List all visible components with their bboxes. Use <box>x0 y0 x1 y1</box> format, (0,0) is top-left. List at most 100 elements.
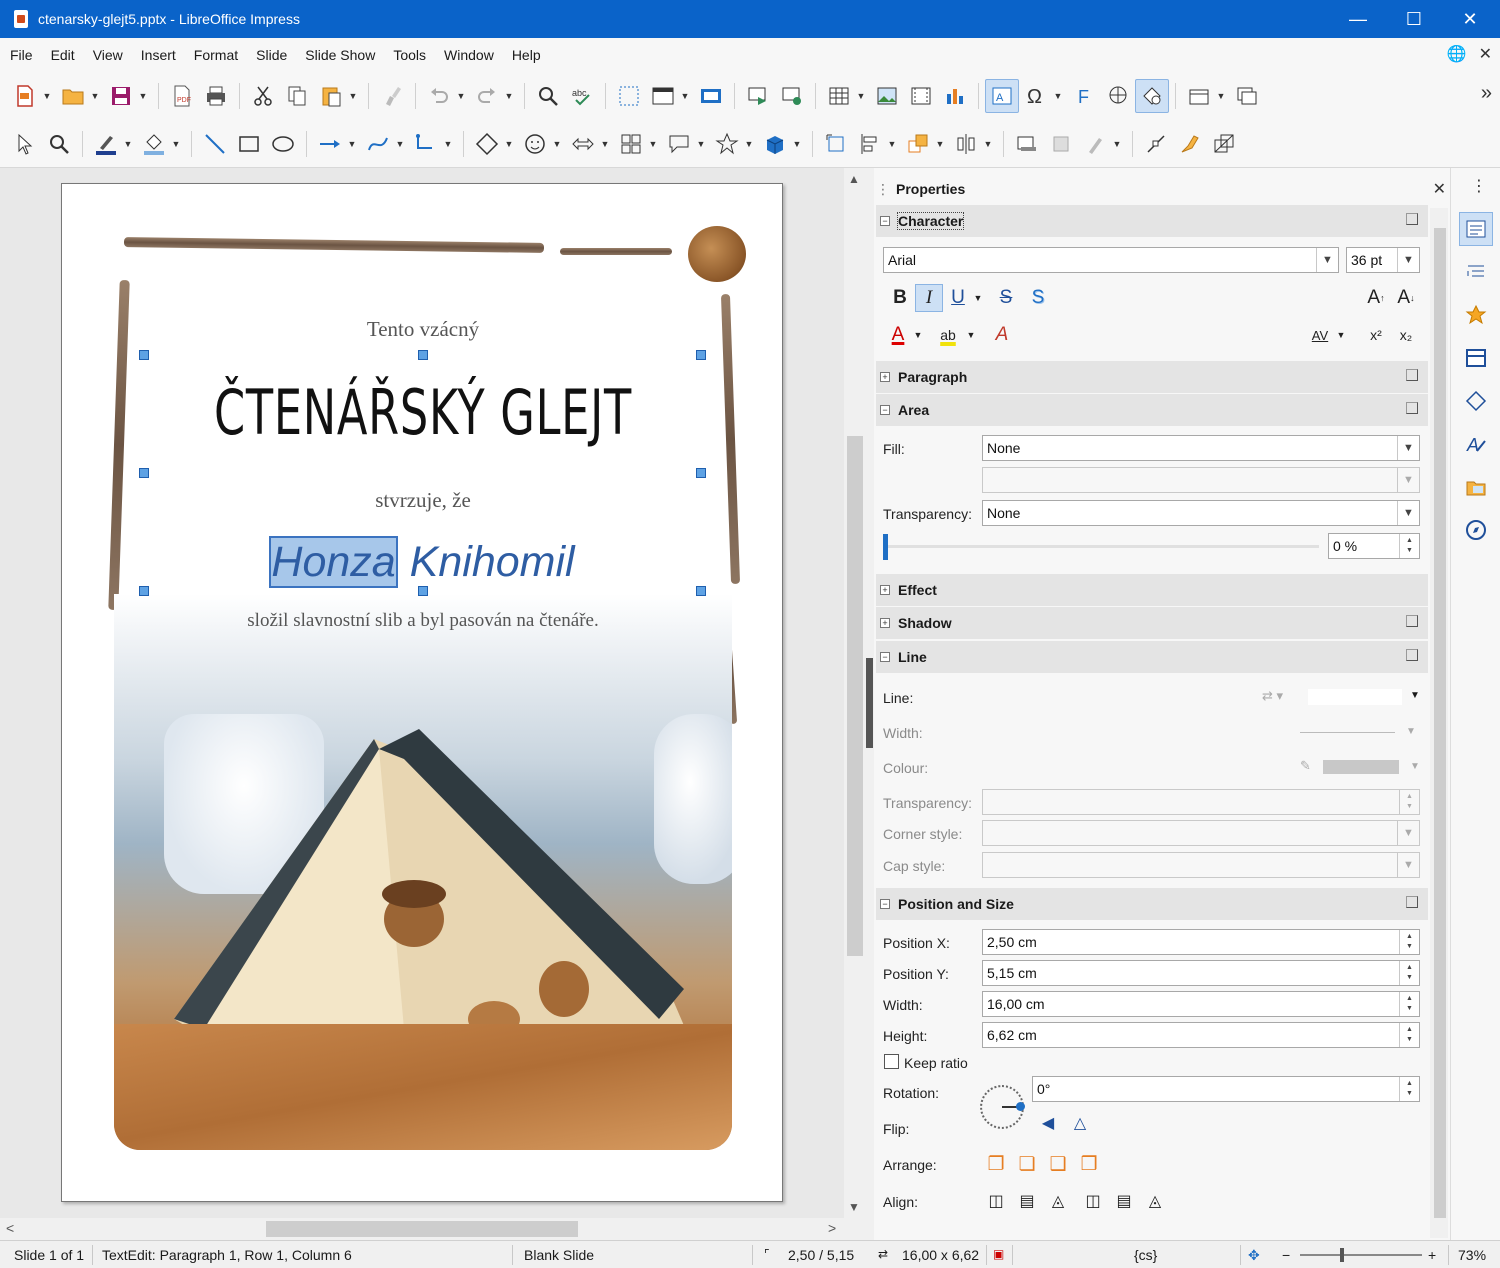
character-spacing-button[interactable]: AV <box>1306 321 1334 349</box>
tab-master-slides-icon[interactable] <box>1459 341 1493 375</box>
name-rest-text[interactable]: Knihomil <box>398 538 575 586</box>
star-shapes-icon[interactable] <box>710 127 744 161</box>
spacing-dropdown-icon[interactable]: ▼ <box>1334 321 1348 349</box>
save-dropdown-icon[interactable]: ▼ <box>138 79 148 113</box>
more-options-icon[interactable] <box>1406 896 1418 908</box>
flowchart-icon[interactable] <box>614 127 648 161</box>
curve-dropdown-icon[interactable]: ▼ <box>395 127 405 161</box>
flip-horizontal-icon[interactable]: △ <box>1066 1109 1094 1137</box>
curve-tool-icon[interactable] <box>361 127 395 161</box>
keep-ratio-label[interactable]: Keep ratio <box>904 1055 968 1071</box>
slider-knob[interactable] <box>883 534 888 560</box>
position-y-spin[interactable]: 5,15 cm ▲ ▼ <box>982 960 1420 986</box>
insert-table-icon[interactable] <box>822 79 856 113</box>
new-slide-icon[interactable] <box>1182 79 1216 113</box>
expand-icon[interactable]: + <box>880 618 890 628</box>
glue-points-icon[interactable] <box>1173 127 1207 161</box>
expand-icon[interactable]: + <box>880 372 890 382</box>
align-middle-icon[interactable]: ▤ <box>1110 1187 1138 1215</box>
globe-icon[interactable]: 🌐 <box>1447 44 1467 64</box>
grow-font-button[interactable]: A ↑ <box>1362 284 1390 312</box>
transparency-slider[interactable] <box>883 534 1319 560</box>
new-slide-dropdown-icon[interactable]: ▼ <box>1216 79 1226 113</box>
cut-icon[interactable] <box>246 79 280 113</box>
rotation-dial-knob[interactable] <box>1016 1102 1025 1111</box>
menu-edit[interactable]: Edit <box>43 47 83 63</box>
close-sidebar-icon[interactable]: ✕ <box>1433 179 1446 199</box>
callout-dropdown-icon[interactable]: ▼ <box>696 127 706 161</box>
more-options-icon[interactable] <box>1406 649 1418 661</box>
cap-style-select[interactable]: ▼ <box>982 852 1420 878</box>
line-colour-dropdown-icon[interactable]: ▼ <box>1410 761 1420 772</box>
slide-canvas[interactable]: Tento vzácný ČTENÁŘSKÝ GLEJT stvrzuje, ž… <box>61 183 783 1202</box>
fill-select[interactable]: None ▼ <box>982 435 1420 461</box>
slide-line-stvrzuje[interactable]: stvrzuje, že <box>62 488 782 513</box>
open-dropdown-icon[interactable]: ▼ <box>90 79 100 113</box>
ellipse-tool-icon[interactable] <box>266 127 300 161</box>
line-colour-pen-icon[interactable]: ✎ <box>1300 758 1311 774</box>
tab-properties-icon[interactable] <box>1459 212 1493 246</box>
rectangle-tool-icon[interactable] <box>232 127 266 161</box>
chevron-down-icon[interactable]: ▼ <box>1316 248 1338 272</box>
new-dropdown-icon[interactable]: ▼ <box>42 79 52 113</box>
font-name-combo[interactable]: Arial ▼ <box>883 247 1339 273</box>
height-spin[interactable]: 6,62 cm ▲ ▼ <box>982 1022 1420 1048</box>
zoom-pan-icon[interactable] <box>42 127 76 161</box>
underline-dropdown-icon[interactable]: ▼ <box>971 284 985 312</box>
crop-image-icon[interactable] <box>1044 127 1078 161</box>
layout-dropdown-icon[interactable]: ▼ <box>680 79 690 113</box>
selected-name-text[interactable]: Honza <box>269 536 398 588</box>
line-colour-swatch[interactable] <box>1323 760 1399 774</box>
filter-dropdown-icon[interactable]: ▼ <box>1112 127 1122 161</box>
select-arrow-icon[interactable] <box>8 127 42 161</box>
flowchart-dropdown-icon[interactable]: ▼ <box>648 127 658 161</box>
export-pdf-icon[interactable]: PDF <box>165 79 199 113</box>
position-x-spin[interactable]: 2,50 cm ▲ ▼ <box>982 929 1420 955</box>
more-options-icon[interactable] <box>1406 402 1418 414</box>
transparency-percent-spin[interactable]: 0 % ▲ ▼ <box>1328 533 1420 559</box>
more-options-icon[interactable] <box>1406 615 1418 627</box>
undo-dropdown-icon[interactable]: ▼ <box>456 79 466 113</box>
chevron-down-icon[interactable]: ▼ <box>1397 821 1419 845</box>
send-to-back-icon[interactable]: ❒ <box>1075 1150 1103 1178</box>
tab-styles-icon[interactable]: A <box>1459 427 1493 461</box>
print-icon[interactable] <box>199 79 233 113</box>
3d-objects-icon[interactable] <box>758 127 792 161</box>
rotation-spin[interactable]: 0° ▲ ▼ <box>1032 1076 1420 1102</box>
chevron-down-icon[interactable]: ▼ <box>1397 853 1419 877</box>
menu-insert[interactable]: Insert <box>133 47 184 63</box>
document-modified-icon[interactable]: ▣ <box>993 1247 1004 1261</box>
align-center-icon[interactable]: ▤ <box>1013 1187 1041 1215</box>
slide-line-tento[interactable]: Tento vzácný <box>62 317 782 342</box>
special-char-dropdown-icon[interactable]: ▼ <box>1053 79 1063 113</box>
symbol-shapes-icon[interactable] <box>518 127 552 161</box>
line-tool-icon[interactable] <box>198 127 232 161</box>
close-document-icon[interactable]: ✕ <box>1479 44 1492 64</box>
sidebar-splitter[interactable] <box>866 168 874 1218</box>
italic-button[interactable]: I <box>915 284 943 312</box>
connector-dropdown-icon[interactable]: ▼ <box>443 127 453 161</box>
underline-button[interactable]: U <box>944 284 972 312</box>
workspace-vertical-scrollbar[interactable]: ▲ ▼ <box>844 168 866 1218</box>
selection-handle-ml[interactable] <box>139 468 149 478</box>
vertical-scroll-thumb[interactable] <box>847 436 863 956</box>
font-color-button[interactable]: A <box>884 321 912 349</box>
tab-gallery-icon[interactable] <box>1459 470 1493 504</box>
highlight-color-button[interactable]: ab <box>934 321 962 349</box>
new-document-icon[interactable] <box>8 79 42 113</box>
menu-window[interactable]: Window <box>436 47 502 63</box>
bold-button[interactable]: B <box>886 284 914 312</box>
chevron-down-icon[interactable]: ▼ <box>1397 436 1419 460</box>
minimize-button[interactable]: — <box>1330 0 1386 38</box>
section-position-size[interactable]: − Position and Size <box>876 888 1428 920</box>
zoom-out-icon[interactable]: − <box>1282 1247 1290 1263</box>
scroll-right-arrow-icon[interactable]: > <box>828 1220 836 1236</box>
status-layout[interactable]: Blank Slide <box>524 1247 594 1263</box>
shadow-toggle-icon[interactable] <box>1010 127 1044 161</box>
zoom-in-icon[interactable]: + <box>1428 1247 1436 1263</box>
collapse-icon[interactable]: − <box>880 216 890 226</box>
chevron-down-icon[interactable]: ▼ <box>1397 468 1419 492</box>
section-character[interactable]: − Character <box>876 205 1428 237</box>
line-transparency-spin[interactable]: ▲ ▼ <box>982 789 1420 815</box>
area-transparency-select[interactable]: None ▼ <box>982 500 1420 526</box>
